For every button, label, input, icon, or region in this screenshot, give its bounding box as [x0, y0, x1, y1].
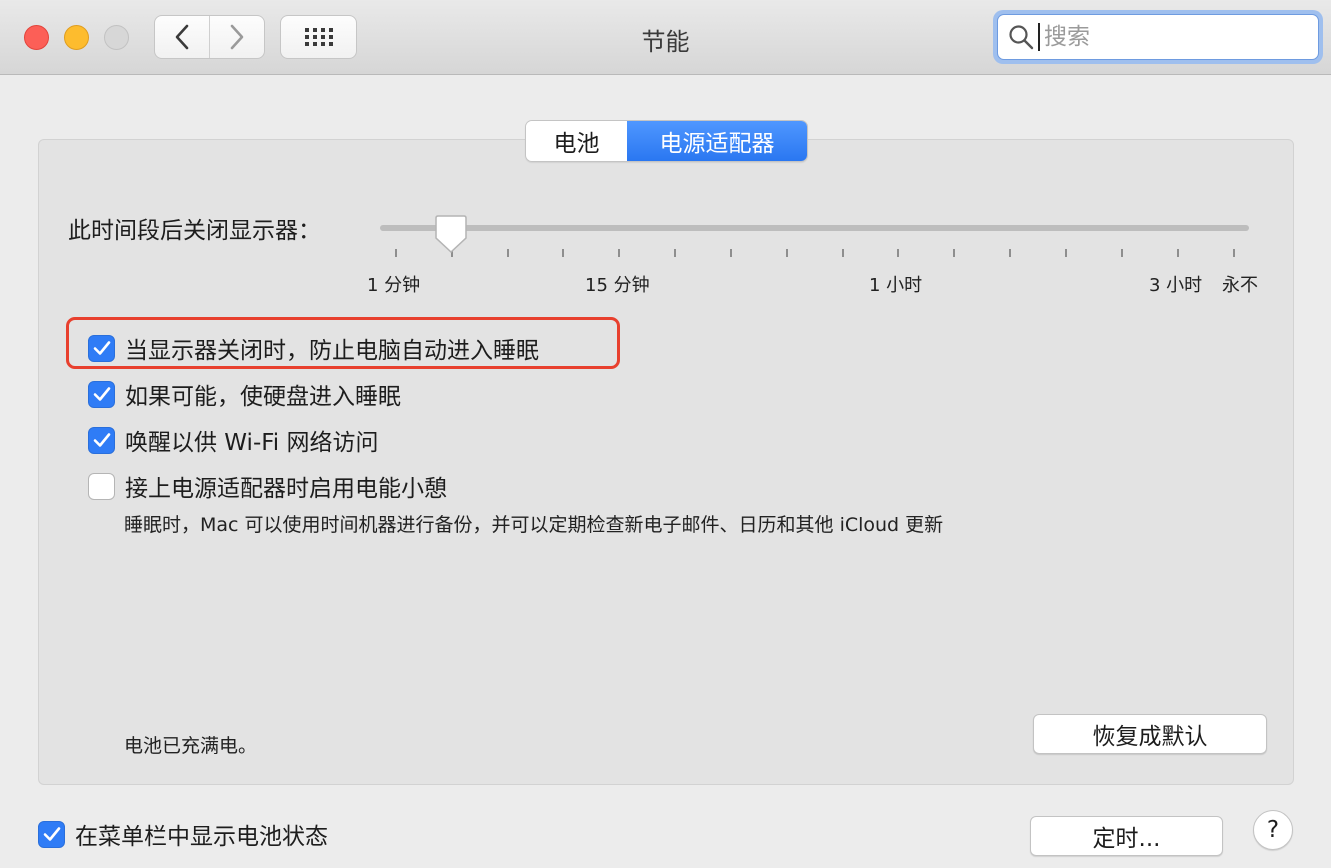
tick-label-1hour: 1 小时 — [869, 275, 923, 296]
checkmark-icon — [43, 827, 60, 841]
checkmark-icon — [93, 341, 110, 355]
option-wifi-wake[interactable]: 唤醒以供 Wi-Fi 网络访问 — [88, 425, 379, 456]
magnifier-icon — [1009, 25, 1034, 50]
tick-label-1min: 1 分钟 — [367, 275, 421, 296]
grid-icon — [304, 28, 333, 46]
option-disk-sleep[interactable]: 如果可能，使硬盘进入睡眠 — [88, 379, 401, 410]
slider-tick — [897, 249, 899, 257]
slider-tick — [507, 249, 509, 257]
restore-defaults-button[interactable]: 恢复成默认 — [1033, 714, 1267, 754]
slider-tick — [1065, 249, 1067, 257]
tab-power-adapter[interactable]: 电源适配器 — [627, 121, 807, 161]
back-button[interactable] — [155, 16, 209, 58]
checkbox-wifi-wake[interactable] — [88, 426, 115, 454]
option-label: 唤醒以供 Wi-Fi 网络访问 — [125, 430, 379, 456]
checkbox-prevent-sleep[interactable] — [88, 334, 115, 362]
slider-tick — [1121, 249, 1123, 257]
slider-tick — [674, 249, 676, 257]
option-label: 如果可能，使硬盘进入睡眠 — [125, 384, 401, 410]
option-show-in-menubar[interactable]: 在菜单栏中显示电池状态 — [38, 819, 328, 850]
display-sleep-slider[interactable] — [380, 225, 1249, 231]
tick-label-15min: 15 分钟 — [585, 275, 650, 296]
help-button[interactable]: ? — [1253, 810, 1293, 850]
slider-tick — [1009, 249, 1011, 257]
option-label: 当显示器关闭时，防止电脑自动进入睡眠 — [125, 338, 539, 364]
slider-tick — [730, 249, 732, 257]
slider-thumb[interactable] — [434, 214, 468, 254]
chevron-left-icon — [175, 24, 189, 50]
slider-tick — [562, 249, 564, 257]
power-nap-description: 睡眠时，Mac 可以使用时间机器进行备份，并可以定期检查新电子邮件、日历和其他 … — [124, 514, 944, 536]
option-power-nap[interactable]: 接上电源适配器时启用电能小憩 — [88, 471, 447, 502]
checkbox-show-in-menubar[interactable] — [38, 820, 65, 848]
tab-bar: 电池 电源适配器 — [525, 120, 808, 162]
schedule-button[interactable]: 定时... — [1030, 816, 1223, 856]
chevron-right-icon — [230, 24, 244, 50]
search-box[interactable] — [997, 14, 1319, 60]
search-input[interactable] — [1044, 24, 1294, 50]
slider-tick — [842, 249, 844, 257]
tick-label-never: 永不 — [1222, 275, 1258, 296]
tick-label-3hours: 3 小时 — [1149, 275, 1203, 296]
checkbox-disk-sleep[interactable] — [88, 380, 115, 408]
close-window-button[interactable] — [24, 25, 49, 50]
minimize-window-button[interactable] — [64, 25, 89, 50]
option-label: 接上电源适配器时启用电能小憩 — [125, 476, 447, 502]
display-sleep-label: 此时间段后关闭显示器： — [68, 218, 321, 244]
zoom-window-button[interactable] — [104, 25, 129, 50]
option-prevent-sleep[interactable]: 当显示器关闭时，防止电脑自动进入睡眠 — [88, 333, 539, 364]
option-label: 在菜单栏中显示电池状态 — [75, 824, 328, 850]
checkmark-icon — [93, 387, 110, 401]
slider-tick — [1177, 249, 1179, 257]
checkmark-icon — [93, 433, 110, 447]
nav-buttons — [154, 15, 265, 59]
slider-tick — [395, 249, 397, 257]
forward-button[interactable] — [210, 16, 264, 58]
tab-battery[interactable]: 电池 — [526, 121, 627, 161]
slider-tick — [953, 249, 955, 257]
checkbox-power-nap[interactable] — [88, 472, 115, 500]
slider-tick — [618, 249, 620, 257]
toolbar: 节能 — [0, 0, 1331, 75]
slider-tick — [1233, 249, 1235, 257]
show-all-button[interactable] — [280, 15, 357, 59]
battery-status: 电池已充满电。 — [124, 735, 258, 757]
text-caret — [1038, 23, 1040, 51]
slider-tick — [786, 249, 788, 257]
search-field — [993, 10, 1323, 64]
